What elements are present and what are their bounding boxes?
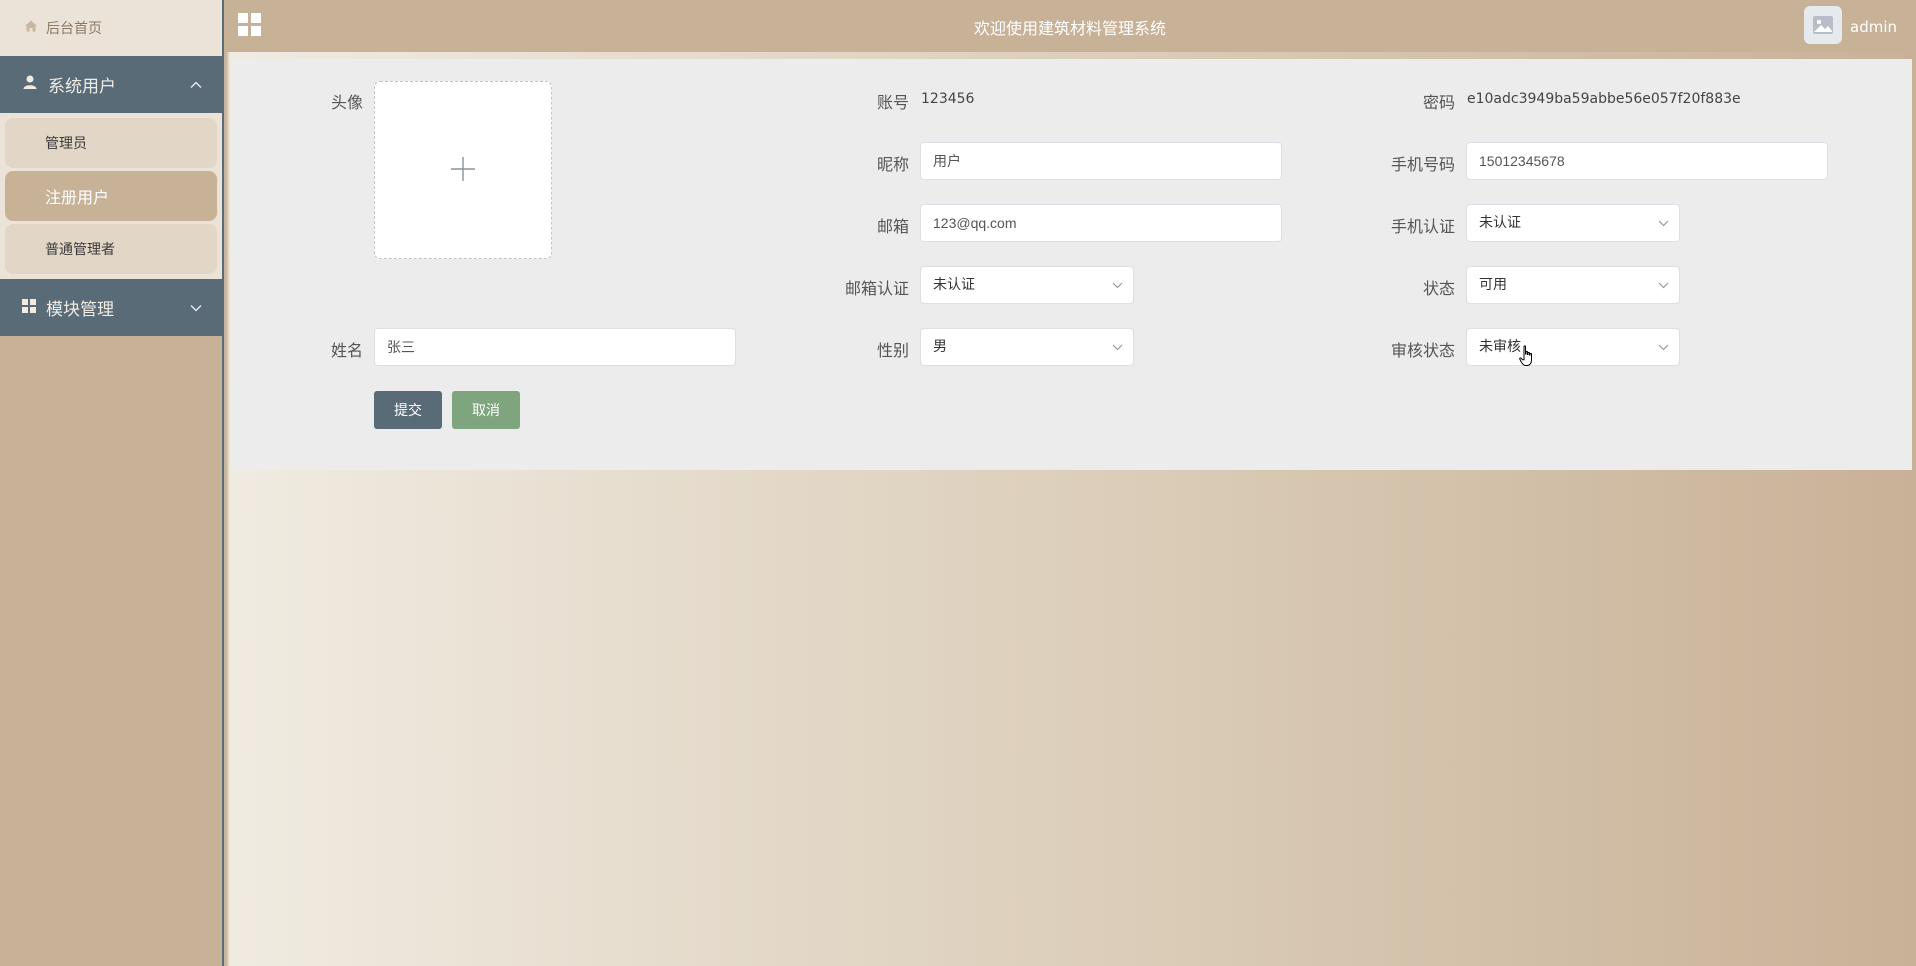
chevron-down-icon [1658, 329, 1669, 365]
avatar[interactable] [1804, 6, 1842, 44]
avatar-label: 头像 [330, 93, 363, 112]
review-status-select[interactable]: 未审核 [1466, 328, 1680, 366]
name-input[interactable]: 张三 [374, 328, 736, 366]
sidebar-submenu: 管理员 注册用户 普通管理者 [0, 113, 222, 279]
sidebar-item-admin[interactable]: 管理员 [5, 118, 217, 168]
sidebar-item-normal-manager[interactable]: 普通管理者 [5, 224, 217, 274]
user-icon [22, 74, 38, 95]
submit-button[interactable]: 提交 [374, 391, 442, 429]
plus-icon [449, 150, 477, 190]
grid-icon [22, 298, 36, 318]
password-value: e10adc3949ba59abbe56e057f20f883e [1467, 91, 1741, 107]
phone-label: 手机号码 [1390, 155, 1455, 174]
cancel-button[interactable]: 取消 [452, 391, 520, 429]
review-status-label: 审核状态 [1390, 341, 1455, 360]
status-value: 可用 [1479, 277, 1507, 293]
phone-input[interactable]: 15012345678 [1466, 142, 1828, 180]
page-title: 欢迎使用建筑材料管理系统 [973, 19, 1166, 38]
sidebar-group-label: 系统用户 [48, 77, 116, 97]
home-icon [24, 19, 38, 37]
gender-label: 性别 [876, 341, 909, 360]
review-status-value: 未审核 [1479, 339, 1521, 355]
phone-verify-label: 手机认证 [1390, 217, 1455, 236]
name-label: 姓名 [330, 341, 363, 360]
chevron-down-icon [1112, 329, 1123, 365]
avatar-upload[interactable] [374, 81, 552, 259]
email-input[interactable]: 123@qq.com [920, 204, 1282, 242]
sidebar-group-label: 模块管理 [46, 300, 114, 320]
chevron-up-icon [190, 78, 202, 92]
top-header: 欢迎使用建筑材料管理系统 admin [224, 0, 1916, 52]
email-label: 邮箱 [876, 217, 909, 236]
chevron-down-icon [1658, 267, 1669, 303]
sidebar-home-label: 后台首页 [46, 21, 102, 37]
pointer-cursor-icon [1519, 345, 1535, 371]
sidebar-item-registered-users[interactable]: 注册用户 [5, 171, 217, 221]
phone-verify-select[interactable]: 未认证 [1466, 204, 1680, 242]
chevron-down-icon [1658, 205, 1669, 241]
status-select[interactable]: 可用 [1466, 266, 1680, 304]
phone-verify-value: 未认证 [1479, 215, 1521, 231]
password-label: 密码 [1422, 93, 1455, 112]
image-icon [1813, 16, 1833, 34]
email-verify-value: 未认证 [933, 277, 975, 293]
sidebar-group-system-users[interactable]: 系统用户 [0, 56, 222, 113]
sidebar-group-module-management[interactable]: 模块管理 [0, 279, 222, 336]
gender-value: 男 [933, 339, 947, 355]
gender-select[interactable]: 男 [920, 328, 1134, 366]
account-value: 123456 [921, 91, 975, 107]
sidebar: 后台首页 系统用户 管理员 注册用户 普通管理者 模块管理 [0, 0, 224, 966]
nickname-label: 昵称 [876, 155, 909, 174]
email-verify-select[interactable]: 未认证 [920, 266, 1134, 304]
username[interactable]: admin [1850, 18, 1897, 36]
chevron-down-icon [190, 301, 202, 315]
nickname-input[interactable]: 用户 [920, 142, 1282, 180]
user-edit-form: 头像 账号 123456 密码 e10adc3949ba59abbe56e057… [231, 59, 1912, 470]
email-verify-label: 邮箱认证 [844, 279, 909, 298]
chevron-down-icon [1112, 267, 1123, 303]
sidebar-home-link[interactable]: 后台首页 [0, 0, 222, 56]
status-label: 状态 [1422, 279, 1455, 298]
account-label: 账号 [876, 93, 909, 112]
